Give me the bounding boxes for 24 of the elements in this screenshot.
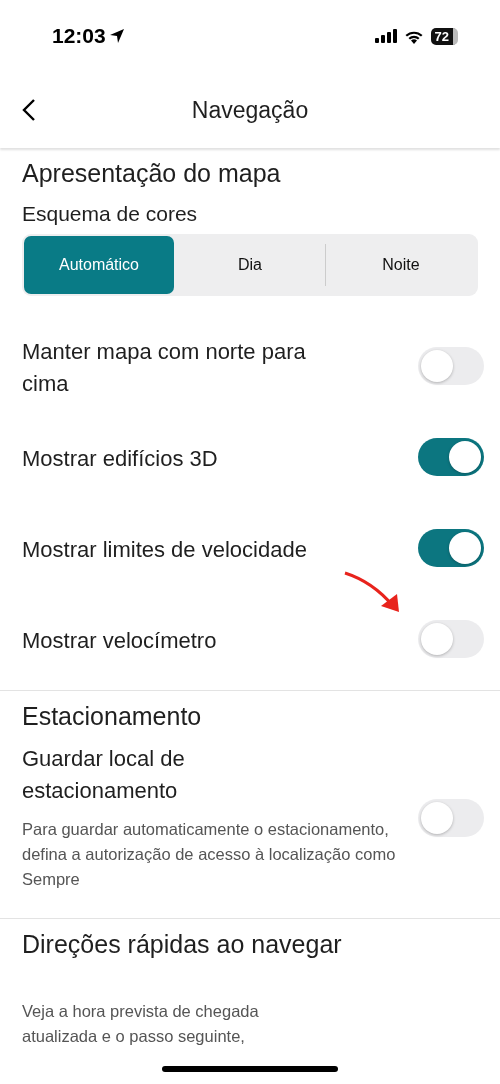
- segment-tab[interactable]: Noite: [326, 236, 476, 294]
- setting-label: Mostrar velocímetro: [22, 626, 218, 655]
- page-title: Navegação: [190, 96, 310, 124]
- battery-indicator: 72: [430, 27, 458, 45]
- toggle-switch[interactable]: [418, 346, 484, 385]
- setting-label: Guardar local de estacionamento: [22, 745, 186, 805]
- setting-label: Mostrar edifícios 3D: [22, 444, 219, 473]
- toggle-switch[interactable]: [418, 799, 484, 837]
- section-title: Estacionamento: [22, 701, 203, 732]
- setting-description: Veja a hora prevista de chegada atualizada e o passo seguinte,: [22, 1001, 260, 1047]
- setting-label: Mostrar limites de velocidade: [22, 535, 308, 564]
- location-icon: [108, 28, 125, 44]
- setting-description: Para guardar automaticamente o estacionamento, defina a autorização de acesso à localização como Sempre: [22, 819, 397, 890]
- segment-tab[interactable]: Automático: [24, 236, 174, 294]
- setting-label: Manter mapa com norte para cima: [22, 337, 307, 398]
- setting-label: Esquema de cores: [22, 202, 199, 226]
- segment-tab[interactable]: Dia: [175, 236, 325, 294]
- signal-icon: [374, 29, 397, 43]
- status-time: 12:03: [52, 24, 106, 48]
- section-title: Apresentação do mapa: [22, 158, 282, 189]
- toggle-switch[interactable]: [418, 528, 484, 567]
- toggle-switch[interactable]: [418, 437, 484, 476]
- toggle-switch[interactable]: [418, 619, 484, 658]
- section-title: Direções rápidas ao navegar: [22, 929, 343, 960]
